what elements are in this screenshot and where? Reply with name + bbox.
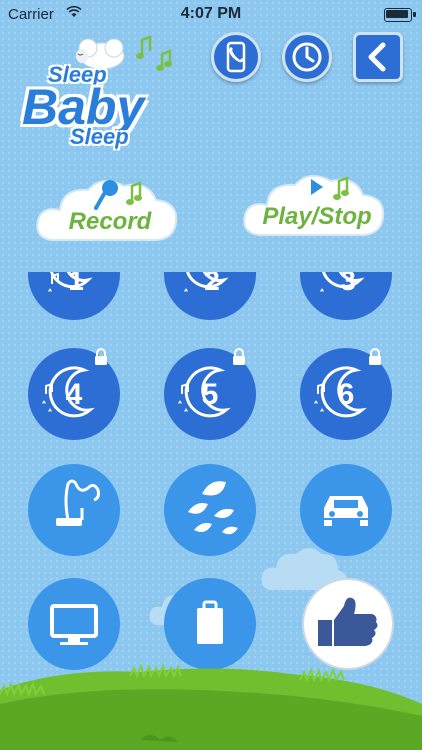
lullaby-number: 1 (68, 265, 84, 296)
play-stop-label: Play/Stop (262, 203, 372, 230)
grass-hill (0, 662, 422, 750)
lock-icon (369, 348, 381, 365)
hairdryer-sound-button[interactable] (28, 464, 120, 556)
facebook-like-button[interactable] (302, 578, 394, 670)
play-stop-button[interactable]: Play/Stop (237, 165, 397, 255)
battery-icon (384, 8, 416, 22)
lullaby-number: 2 (204, 265, 220, 296)
timer-button[interactable] (282, 32, 332, 82)
lullaby-number: 3 (340, 265, 356, 296)
thumbs-up-icon (318, 597, 378, 646)
back-button[interactable] (353, 32, 403, 82)
washing-machine-icon (197, 600, 223, 644)
clock-icon (292, 42, 322, 72)
lullaby-number: 6 (338, 378, 355, 411)
hairdryer-icon (56, 479, 100, 526)
leaves-wind-icon (188, 481, 238, 535)
back-icon (368, 42, 386, 72)
wind-sound-button[interactable] (164, 464, 256, 556)
status-bar: Carrier 4:07 PM (0, 0, 422, 30)
lock-icon (233, 348, 245, 365)
record-button[interactable]: Record (30, 170, 190, 260)
tv-icon (50, 604, 98, 645)
washing-machine-sound-button[interactable] (164, 578, 256, 670)
phone-button[interactable] (211, 32, 261, 82)
logo-line-3: Sleep (70, 124, 129, 149)
status-time: 4:07 PM (180, 5, 242, 22)
record-label: Record (68, 208, 152, 235)
lullaby-number: 5 (202, 378, 219, 411)
car-icon (324, 496, 368, 526)
lullaby-number: 4 (66, 378, 83, 411)
microphone-icon (94, 180, 142, 210)
lock-icon (95, 348, 107, 365)
phone-icon (226, 41, 246, 73)
music-notes-icon (136, 35, 172, 71)
tv-sound-button[interactable] (28, 578, 120, 670)
app-logo: Sleep Baby Sleep (14, 34, 184, 149)
car-sound-button[interactable] (300, 464, 392, 556)
